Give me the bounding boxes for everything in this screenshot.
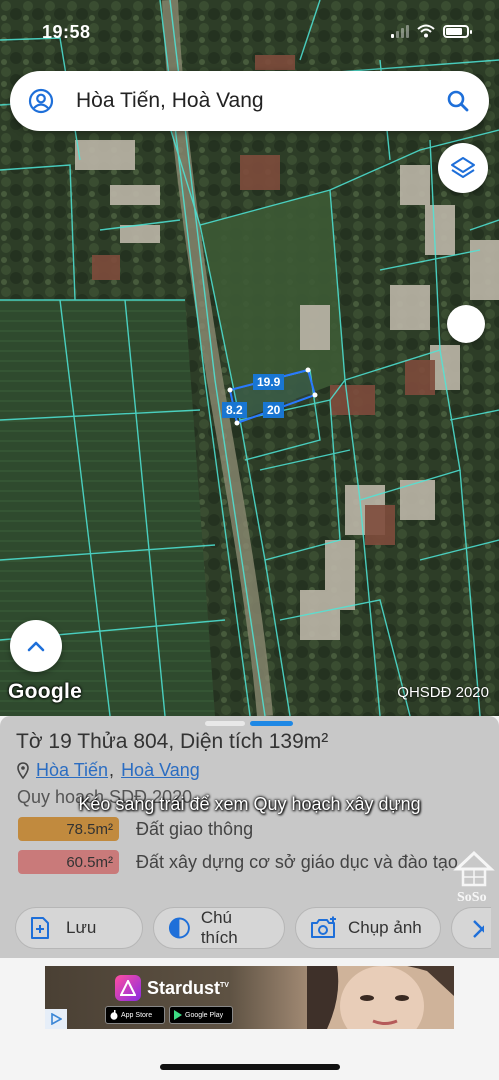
parcel-location: Hòa Tiến, Hoà Vang — [17, 760, 200, 781]
take-photo-button[interactable]: Chụp ảnh — [295, 907, 441, 949]
status-bar: 19:58 — [0, 18, 499, 48]
app-store-badge[interactable]: App Store — [105, 1006, 165, 1024]
parcel-dimension-left: 8.2 — [222, 402, 247, 418]
assistive-touch-button[interactable] — [447, 305, 485, 343]
location-separator: , — [109, 760, 115, 780]
ad-area: StardustTV App Store Google Play — [0, 958, 499, 1080]
close-icon — [473, 920, 484, 938]
google-play-icon — [174, 1010, 182, 1020]
apple-icon — [110, 1010, 118, 1020]
contrast-icon — [168, 917, 190, 939]
land-use-row: 78.5m² Đất giao thông — [18, 817, 476, 841]
google-play-badge[interactable]: Google Play — [169, 1006, 233, 1024]
stardust-logo-icon — [115, 975, 141, 1001]
layers-icon — [451, 157, 475, 178]
parcel-dimension-top: 19.9 — [253, 374, 285, 390]
adchoices-icon[interactable] — [45, 1009, 67, 1029]
account-button[interactable] — [10, 71, 72, 131]
land-area-badge: 78.5m² — [18, 817, 119, 841]
action-bar: Lưu Chú thích Chụp ảnh — [15, 907, 491, 949]
legend-label: Chú thích — [200, 908, 238, 947]
search-icon — [447, 90, 469, 112]
add-file-icon — [31, 917, 49, 939]
soso-watermark-logo: SoSo — [453, 850, 495, 905]
land-area-badge: 60.5m² — [18, 850, 119, 874]
map-view[interactable]: 19.9 8.2 20 19:58 Hòa Tiến, Hoà Vang Goo… — [0, 0, 499, 716]
layers-button[interactable] — [438, 143, 488, 193]
user-icon — [28, 88, 54, 114]
more-action-button[interactable] — [451, 907, 491, 949]
swipe-hint-banner: Kéo sang trái để xem Quy hoạch xây dựng — [78, 794, 421, 814]
take-photo-label: Chụp ảnh — [348, 918, 422, 937]
parcel-info-sheet[interactable]: Tờ 19 Thửa 804, Diện tích 139m² Hòa Tiến… — [0, 716, 499, 958]
sheet-page-indicator-2[interactable] — [250, 721, 293, 726]
ad-model-image — [307, 966, 454, 1029]
search-button[interactable] — [427, 71, 489, 131]
cellular-signal-icon — [391, 24, 409, 38]
wifi-icon — [417, 24, 435, 38]
sheet-page-indicator-1[interactable] — [205, 721, 245, 726]
land-use-label: Đất giao thông — [136, 819, 254, 839]
search-bar[interactable]: Hòa Tiến, Hoà Vang — [10, 71, 489, 131]
land-use-row: 60.5m² Đất xây dựng cơ sở giáo dục và đà… — [18, 850, 476, 874]
chevron-up-icon — [27, 641, 45, 652]
google-logo: Google — [8, 680, 83, 703]
save-button[interactable]: Lưu — [15, 907, 143, 949]
save-label: Lưu — [66, 918, 97, 937]
district-link[interactable]: Hoà Vang — [121, 760, 200, 781]
parcel-dimension-bottom: 20 — [263, 402, 285, 418]
location-pin-icon — [17, 762, 29, 779]
battery-icon — [443, 24, 472, 38]
search-input[interactable]: Hòa Tiến, Hoà Vang — [72, 89, 427, 113]
status-time: 19:58 — [42, 22, 91, 42]
legend-button[interactable]: Chú thích — [153, 907, 285, 949]
add-photo-icon — [311, 916, 336, 938]
home-indicator[interactable] — [160, 1064, 340, 1070]
land-use-label: Đất xây dựng cơ sở giáo dục và đào tạo — [136, 852, 458, 872]
play-icon — [51, 1013, 62, 1025]
watermark-text: SoSo — [457, 890, 487, 905]
parcel-title: Tờ 19 Thửa 804, Diện tích 139m² — [16, 730, 329, 753]
ad-banner[interactable]: StardustTV App Store Google Play — [45, 966, 454, 1029]
ad-brand: StardustTV — [147, 978, 229, 998]
commune-link[interactable]: Hòa Tiến — [36, 760, 108, 781]
expand-up-button[interactable] — [10, 620, 62, 672]
map-layer-credit: QHSDĐ 2020 — [397, 684, 489, 701]
